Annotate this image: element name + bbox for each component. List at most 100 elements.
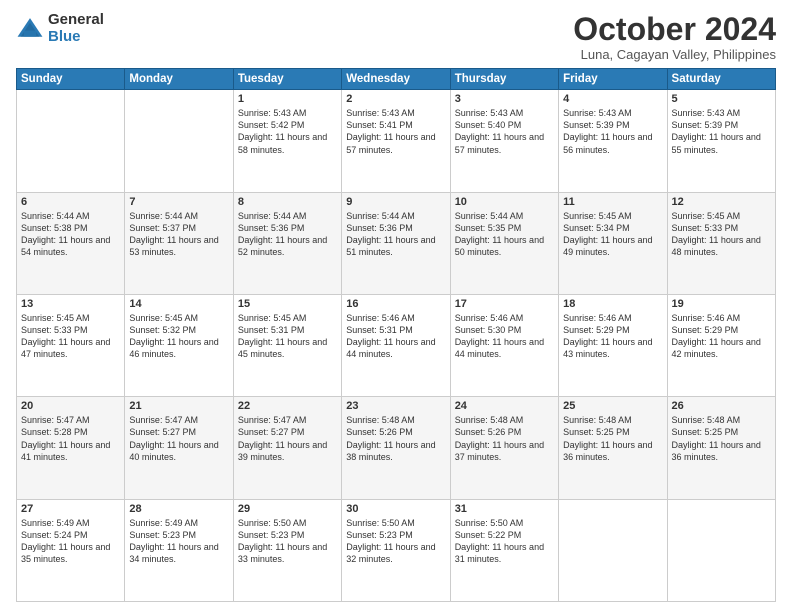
calendar-cell: 1 Sunrise: 5:43 AM Sunset: 5:42 PM Daylig… <box>233 90 341 192</box>
day-number: 15 <box>238 298 337 310</box>
day-number: 21 <box>129 400 228 412</box>
cell-content: Sunrise: 5:43 AM Sunset: 5:39 PM Dayligh… <box>672 107 771 156</box>
day-number: 1 <box>238 93 337 105</box>
cell-content: Sunrise: 5:45 AM Sunset: 5:31 PM Dayligh… <box>238 312 337 361</box>
calendar-cell <box>17 90 125 192</box>
month-title: October 2024 <box>573 12 776 47</box>
day-number: 6 <box>21 196 120 208</box>
calendar-cell <box>667 499 775 601</box>
calendar-cell: 25 Sunrise: 5:48 AM Sunset: 5:25 PM Dayli… <box>559 397 667 499</box>
day-number: 5 <box>672 93 771 105</box>
cell-content: Sunrise: 5:45 AM Sunset: 5:34 PM Dayligh… <box>563 210 662 259</box>
day-number: 2 <box>346 93 445 105</box>
day-number: 23 <box>346 400 445 412</box>
calendar-cell <box>559 499 667 601</box>
cell-content: Sunrise: 5:47 AM Sunset: 5:27 PM Dayligh… <box>238 414 337 463</box>
cell-content: Sunrise: 5:50 AM Sunset: 5:22 PM Dayligh… <box>455 517 554 566</box>
day-number: 3 <box>455 93 554 105</box>
calendar-cell: 14 Sunrise: 5:45 AM Sunset: 5:32 PM Dayli… <box>125 294 233 396</box>
day-header-monday: Monday <box>125 69 233 90</box>
header: General Blue October 2024 Luna, Cagayan … <box>16 12 776 62</box>
day-number: 28 <box>129 503 228 515</box>
cell-content: Sunrise: 5:44 AM Sunset: 5:35 PM Dayligh… <box>455 210 554 259</box>
day-number: 22 <box>238 400 337 412</box>
day-number: 17 <box>455 298 554 310</box>
calendar-cell: 21Sunrise: 5:47 AM Sunset: 5:27 PM Dayli… <box>125 397 233 499</box>
cell-content: Sunrise: 5:43 AM Sunset: 5:41 PM Dayligh… <box>346 107 445 156</box>
calendar-cell: 28 Sunrise: 5:49 AM Sunset: 5:23 PM Dayli… <box>125 499 233 601</box>
day-number: 4 <box>563 93 662 105</box>
calendar-cell: 12Sunrise: 5:45 AM Sunset: 5:33 PM Dayli… <box>667 192 775 294</box>
calendar-cell: 24 Sunrise: 5:48 AM Sunset: 5:26 PM Dayli… <box>450 397 558 499</box>
cell-content: Sunrise: 5:44 AM Sunset: 5:36 PM Dayligh… <box>238 210 337 259</box>
cell-content: Sunrise: 5:48 AM Sunset: 5:26 PM Dayligh… <box>455 414 554 463</box>
day-header-thursday: Thursday <box>450 69 558 90</box>
day-header-saturday: Saturday <box>667 69 775 90</box>
cell-content: Sunrise: 5:48 AM Sunset: 5:25 PM Dayligh… <box>563 414 662 463</box>
calendar-cell: 23 Sunrise: 5:48 AM Sunset: 5:26 PM Dayli… <box>342 397 450 499</box>
cell-content: Sunrise: 5:45 AM Sunset: 5:33 PM Dayligh… <box>21 312 120 361</box>
day-number: 27 <box>21 503 120 515</box>
day-number: 29 <box>238 503 337 515</box>
day-number: 7 <box>129 196 228 208</box>
week-row-5: 27Sunrise: 5:49 AM Sunset: 5:24 PM Dayli… <box>17 499 776 601</box>
calendar-cell: 20 Sunrise: 5:47 AM Sunset: 5:28 PM Dayli… <box>17 397 125 499</box>
day-number: 18 <box>563 298 662 310</box>
day-number: 24 <box>455 400 554 412</box>
day-number: 8 <box>238 196 337 208</box>
week-row-3: 13 Sunrise: 5:45 AM Sunset: 5:33 PM Dayli… <box>17 294 776 396</box>
calendar-cell: 8 Sunrise: 5:44 AM Sunset: 5:36 PM Daylig… <box>233 192 341 294</box>
day-number: 12 <box>672 196 771 208</box>
week-row-2: 6Sunrise: 5:44 AM Sunset: 5:38 PM Daylig… <box>17 192 776 294</box>
cell-content: Sunrise: 5:46 AM Sunset: 5:29 PM Dayligh… <box>672 312 771 361</box>
calendar-cell: 31 Sunrise: 5:50 AM Sunset: 5:22 PM Dayli… <box>450 499 558 601</box>
calendar-cell: 16 Sunrise: 5:46 AM Sunset: 5:31 PM Dayli… <box>342 294 450 396</box>
cell-content: Sunrise: 5:50 AM Sunset: 5:23 PM Dayligh… <box>238 517 337 566</box>
day-number: 26 <box>672 400 771 412</box>
logo-text: General Blue <box>48 12 104 45</box>
calendar-cell: 18Sunrise: 5:46 AM Sunset: 5:29 PM Dayli… <box>559 294 667 396</box>
calendar-cell: 6Sunrise: 5:44 AM Sunset: 5:38 PM Daylig… <box>17 192 125 294</box>
calendar-cell: 3 Sunrise: 5:43 AM Sunset: 5:40 PM Daylig… <box>450 90 558 192</box>
day-number: 14 <box>129 298 228 310</box>
week-row-4: 20 Sunrise: 5:47 AM Sunset: 5:28 PM Dayli… <box>17 397 776 499</box>
calendar-cell: 17Sunrise: 5:46 AM Sunset: 5:30 PM Dayli… <box>450 294 558 396</box>
calendar-cell: 10 Sunrise: 5:44 AM Sunset: 5:35 PM Dayli… <box>450 192 558 294</box>
location: Luna, Cagayan Valley, Philippines <box>573 47 776 62</box>
calendar-cell: 27Sunrise: 5:49 AM Sunset: 5:24 PM Dayli… <box>17 499 125 601</box>
day-header-friday: Friday <box>559 69 667 90</box>
title-block: October 2024 Luna, Cagayan Valley, Phili… <box>573 12 776 62</box>
calendar-cell: 22 Sunrise: 5:47 AM Sunset: 5:27 PM Dayli… <box>233 397 341 499</box>
day-number: 31 <box>455 503 554 515</box>
day-number: 10 <box>455 196 554 208</box>
calendar-cell: 11 Sunrise: 5:45 AM Sunset: 5:34 PM Dayli… <box>559 192 667 294</box>
header-row: SundayMondayTuesdayWednesdayThursdayFrid… <box>17 69 776 90</box>
day-number: 19 <box>672 298 771 310</box>
cell-content: Sunrise: 5:44 AM Sunset: 5:37 PM Dayligh… <box>129 210 228 259</box>
calendar-cell: 7 Sunrise: 5:44 AM Sunset: 5:37 PM Daylig… <box>125 192 233 294</box>
calendar-table: SundayMondayTuesdayWednesdayThursdayFrid… <box>16 68 776 602</box>
calendar-page: General Blue October 2024 Luna, Cagayan … <box>0 0 792 612</box>
calendar-cell: 30 Sunrise: 5:50 AM Sunset: 5:23 PM Dayli… <box>342 499 450 601</box>
cell-content: Sunrise: 5:49 AM Sunset: 5:23 PM Dayligh… <box>129 517 228 566</box>
cell-content: Sunrise: 5:48 AM Sunset: 5:26 PM Dayligh… <box>346 414 445 463</box>
day-number: 16 <box>346 298 445 310</box>
day-number: 13 <box>21 298 120 310</box>
calendar-cell: 26Sunrise: 5:48 AM Sunset: 5:25 PM Dayli… <box>667 397 775 499</box>
day-number: 9 <box>346 196 445 208</box>
cell-content: Sunrise: 5:43 AM Sunset: 5:42 PM Dayligh… <box>238 107 337 156</box>
cell-content: Sunrise: 5:47 AM Sunset: 5:28 PM Dayligh… <box>21 414 120 463</box>
day-number: 30 <box>346 503 445 515</box>
cell-content: Sunrise: 5:45 AM Sunset: 5:32 PM Dayligh… <box>129 312 228 361</box>
logo-icon <box>16 15 44 43</box>
day-header-wednesday: Wednesday <box>342 69 450 90</box>
cell-content: Sunrise: 5:43 AM Sunset: 5:40 PM Dayligh… <box>455 107 554 156</box>
cell-content: Sunrise: 5:50 AM Sunset: 5:23 PM Dayligh… <box>346 517 445 566</box>
calendar-cell: 29 Sunrise: 5:50 AM Sunset: 5:23 PM Dayli… <box>233 499 341 601</box>
day-number: 25 <box>563 400 662 412</box>
cell-content: Sunrise: 5:43 AM Sunset: 5:39 PM Dayligh… <box>563 107 662 156</box>
calendar-cell <box>125 90 233 192</box>
day-number: 11 <box>563 196 662 208</box>
cell-content: Sunrise: 5:46 AM Sunset: 5:31 PM Dayligh… <box>346 312 445 361</box>
day-number: 20 <box>21 400 120 412</box>
